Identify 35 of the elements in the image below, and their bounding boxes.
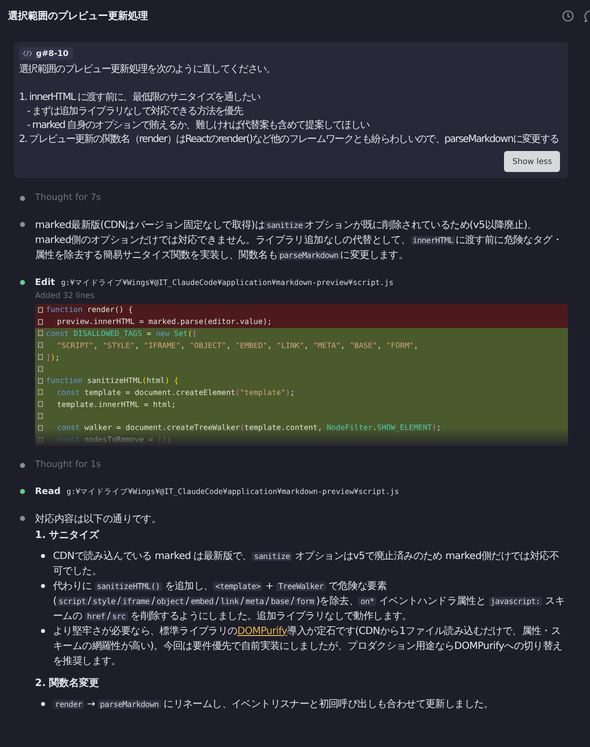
list-item-text: render → parseMarkdown にリネームし、イベントリスナーと初回呼び出しも合わせて更新しました。: [53, 698, 494, 712]
bullet-icon: [41, 702, 45, 706]
status-dot: [20, 462, 25, 468]
status-dot: [20, 280, 25, 285]
section-heading: 1. サニタイズ: [35, 528, 100, 543]
thought-label: Thought for 1s: [35, 458, 102, 472]
message-text: 対応内容は以下の通りです。: [35, 512, 162, 527]
action-label: Read: [35, 486, 61, 499]
prompt-text: 選択範囲のプレビュー更新処理を次のように直してください。: [19, 63, 276, 77]
action-label: Edit: [35, 277, 55, 290]
code-icon: [23, 50, 32, 57]
prompt-line: - marked 自身のオプションで賄えるか、難しければ代替案も含めて提案してほしい: [26, 119, 370, 133]
prompt-line: - まずは追加ライブラリなしで対応できる方法を優先: [26, 105, 244, 119]
chat-icon[interactable]: [584, 10, 590, 22]
tag-label: g#8-10: [36, 49, 68, 58]
list-item-text: CDNで読み込んでいる marked は最新版で、 sanitize オプションはv5で廃止済みのため marked側だけでは対応不可でした。: [53, 550, 560, 579]
list-item-text: より堅牢さが必要なら、標準ライブラリのDOMPurify導入が定石です(CDNから1ファイル読み込むだけで、属性・スキームの網羅性が高い)。今回は要件優先で自前実装にしましたが、プロダクション用途ならDOMPurifyへの切り替えを推奨します。: [53, 624, 564, 669]
clock-icon[interactable]: [562, 10, 574, 22]
thought-label: Thought for 7s: [35, 192, 102, 205]
change-summary: Added 32 lines: [35, 290, 96, 302]
message-text: marked最新版(CDNはバージョン固定なしで取得)は sanitize オプションが既に削除されているため(v5以降廃止)、marked側のオプションだけでは対応できません。ライブラリ追加なしの代替として、 innerHTML に渡す前に危険なタグ・属性を除去する簡易サニタイズ関数を実装し、関数名も parseMarkdown に変更します。: [35, 218, 563, 263]
prompt-line: 1. innerHTML に渡す前に、最低限のサニタイズを通したい: [19, 91, 262, 105]
bullet-icon: [41, 628, 45, 633]
status-dot: [20, 516, 25, 521]
status-dot: [20, 488, 25, 494]
list-item-text: 代わりに sanitizeHTML() を追加し、 <template> + TreeWalker で危険な要素 ( script / style / iframe / object / embed / link / meta / base / form )を除去、 on* イベントハンドラ属性と javascript: スキームの href / src を削除するようにしました。追加ライブラリなしで動作します。: [53, 580, 566, 624]
status-dot: [20, 222, 25, 227]
window-title: 選択範囲のプレビュー更新処理: [8, 9, 148, 23]
status-dot: [20, 196, 25, 201]
section-heading: 2. 関数名変更: [35, 676, 100, 691]
bullet-icon: [41, 554, 45, 558]
prompt-line: 2. プレビュー更新の関数名（render）はReactのrender()など他のフレームワークとも紛らわしいので、parseMarkdownに変更する: [19, 133, 560, 147]
show-less-button[interactable]: Show less: [504, 151, 560, 172]
bullet-icon: [41, 584, 45, 588]
link[interactable]: DOMPurify: [237, 626, 288, 637]
